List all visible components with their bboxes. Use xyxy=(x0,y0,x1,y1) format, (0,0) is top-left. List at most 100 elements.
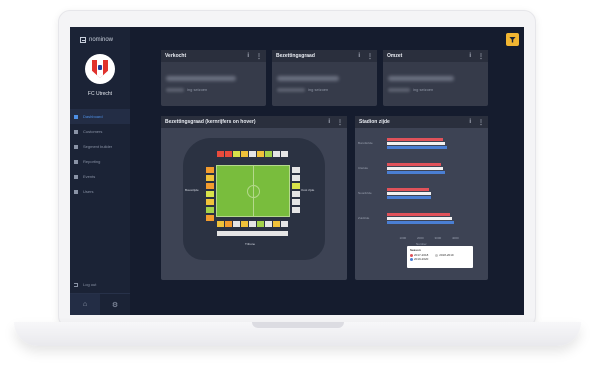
seat-block[interactable] xyxy=(225,151,232,157)
bar[interactable] xyxy=(387,192,431,195)
seat-block[interactable] xyxy=(217,221,224,227)
seat-block[interactable] xyxy=(249,151,256,157)
seat-block[interactable] xyxy=(241,151,248,157)
seat-block[interactable] xyxy=(206,175,214,181)
seat-block[interactable] xyxy=(206,207,214,213)
home-button[interactable]: ⌂ xyxy=(70,294,100,315)
seat-block[interactable] xyxy=(206,191,214,197)
seat-block[interactable] xyxy=(292,183,300,189)
sidebar-item-label: Users xyxy=(83,189,94,194)
seat-block[interactable] xyxy=(233,151,240,157)
x-tick-label: 1000 xyxy=(399,236,407,240)
sidebar-item-users[interactable]: Users xyxy=(70,184,130,199)
seat-block[interactable] xyxy=(281,151,288,157)
bar[interactable] xyxy=(387,163,442,166)
sidebar-item-segment-builder[interactable]: Segment builder xyxy=(70,139,130,154)
info-icon[interactable]: i xyxy=(358,53,360,60)
sidebar-item-dashboard[interactable]: Dashboard xyxy=(70,109,130,124)
seat-block[interactable] xyxy=(217,151,224,157)
info-icon[interactable]: i xyxy=(469,53,471,60)
bar[interactable] xyxy=(387,196,431,199)
filter-button[interactable] xyxy=(506,33,519,46)
legend-swatch xyxy=(435,253,439,257)
bar[interactable] xyxy=(387,171,445,174)
customers-icon xyxy=(74,129,78,134)
bar[interactable] xyxy=(387,138,443,141)
bar[interactable] xyxy=(387,167,443,170)
card-actions: i ⋮ xyxy=(358,53,373,60)
card-header: Omzet i ⋮ xyxy=(383,50,488,62)
seat-block-lower[interactable] xyxy=(217,231,288,236)
seat-block[interactable] xyxy=(292,175,300,181)
seat-block[interactable] xyxy=(241,221,248,227)
more-icon[interactable]: ⋮ xyxy=(478,53,484,60)
more-icon[interactable]: ⋮ xyxy=(478,119,484,126)
legend-label: 2019-2020 xyxy=(414,257,429,261)
seat-block[interactable] xyxy=(257,221,264,227)
sidebar-item-customers[interactable]: Customers xyxy=(70,124,130,139)
settings-button[interactable]: ⚙ xyxy=(100,294,130,315)
seat-block[interactable] xyxy=(206,199,214,205)
home-icon: ⌂ xyxy=(82,301,88,308)
seat-block[interactable] xyxy=(265,221,272,227)
brand: nominow xyxy=(80,37,113,43)
kpi-value-blurred xyxy=(277,76,339,81)
sidebar-item-label: Reporting xyxy=(83,159,101,164)
bar[interactable] xyxy=(387,213,450,216)
card-header: Stadion zijde i ⋮ xyxy=(355,116,488,128)
logout-label: Log out xyxy=(83,282,97,287)
card-header: Verkocht i ⋮ xyxy=(161,50,266,62)
reporting-icon xyxy=(74,159,78,164)
bar[interactable] xyxy=(387,188,429,191)
stadium-map[interactable]: Bouwzijde Oost zijde Tribune xyxy=(183,138,325,260)
sidebar-item-label: Customers xyxy=(83,129,103,134)
panel-title: Stadion zijde xyxy=(359,119,390,125)
more-icon[interactable]: ⋮ xyxy=(337,119,343,126)
seat-block[interactable] xyxy=(233,221,240,227)
seat-block[interactable] xyxy=(273,221,280,227)
bar[interactable] xyxy=(387,142,445,145)
sidebar-item-label: Dashboard xyxy=(83,114,103,119)
seat-block[interactable] xyxy=(206,183,214,189)
users-icon xyxy=(74,189,78,194)
bar[interactable] xyxy=(387,217,452,220)
seat-block[interactable] xyxy=(265,151,272,157)
legend-row: 2019-2020 xyxy=(410,257,470,261)
more-icon[interactable]: ⋮ xyxy=(367,53,373,60)
seat-block[interactable] xyxy=(249,221,256,227)
seat-block[interactable] xyxy=(225,221,232,227)
logout-link[interactable]: Log out xyxy=(74,282,96,287)
seat-block[interactable] xyxy=(292,199,300,205)
stadion-zijde-panel: Stadion zijde i ⋮ Bunnikzide Clazule Noordz… xyxy=(355,116,488,280)
x-tick-label: 4000 xyxy=(452,236,459,240)
card-header: Bezettingsgraad i ⋮ xyxy=(272,50,377,62)
category-label: Noordzide xyxy=(358,191,372,195)
seat-block[interactable] xyxy=(273,151,280,157)
sidebar-item-events[interactable]: Events xyxy=(70,169,130,184)
bar[interactable] xyxy=(387,146,447,149)
card-header: Bezettingsgraad (kernrijfers on hover) i… xyxy=(161,116,347,128)
legend-swatch xyxy=(410,257,413,261)
seat-block[interactable] xyxy=(281,221,288,227)
category-label: Bunnikzide xyxy=(358,141,373,145)
seat-block[interactable] xyxy=(206,215,214,221)
pitch-center-circle xyxy=(247,185,260,198)
card-actions: i ⋮ xyxy=(469,119,484,126)
info-icon[interactable]: i xyxy=(247,53,249,60)
seat-block[interactable] xyxy=(257,151,264,157)
seat-block[interactable] xyxy=(292,167,300,173)
kpi-sub-blurred xyxy=(388,88,410,92)
more-icon[interactable]: ⋮ xyxy=(256,53,262,60)
card-actions: i ⋮ xyxy=(328,119,343,126)
info-icon[interactable]: i xyxy=(328,119,330,126)
seat-block[interactable] xyxy=(292,207,300,213)
stand-label-west: Bouwzijde xyxy=(185,188,199,192)
brand-name: nominow xyxy=(89,37,114,43)
seat-block[interactable] xyxy=(292,191,300,197)
seat-block[interactable] xyxy=(206,167,214,173)
pitch xyxy=(216,165,290,217)
sidebar-item-reporting[interactable]: Reporting xyxy=(70,154,130,169)
info-icon[interactable]: i xyxy=(469,119,471,126)
bar[interactable] xyxy=(387,221,454,224)
club-shield-icon xyxy=(92,60,108,78)
